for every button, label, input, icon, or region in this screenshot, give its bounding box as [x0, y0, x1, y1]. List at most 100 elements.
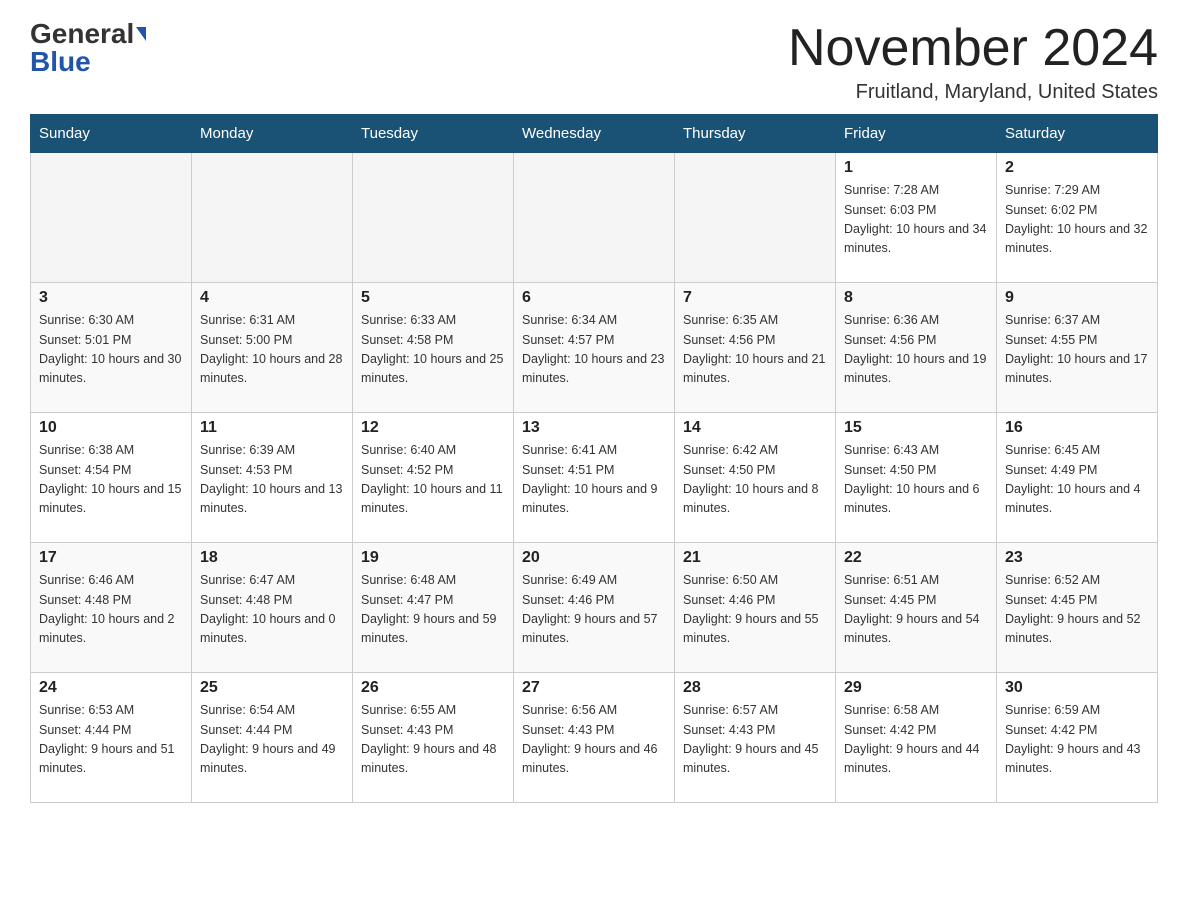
day-info: Sunrise: 6:35 AMSunset: 4:56 PMDaylight:…: [683, 311, 827, 389]
day-info: Sunrise: 6:55 AMSunset: 4:43 PMDaylight:…: [361, 701, 505, 779]
calendar-cell: 13Sunrise: 6:41 AMSunset: 4:51 PMDayligh…: [514, 413, 675, 543]
day-number: 6: [522, 289, 666, 307]
day-info: Sunrise: 6:30 AMSunset: 5:01 PMDaylight:…: [39, 311, 183, 389]
day-number: 23: [1005, 549, 1149, 567]
day-info: Sunrise: 6:43 AMSunset: 4:50 PMDaylight:…: [844, 441, 988, 519]
day-info: Sunrise: 6:40 AMSunset: 4:52 PMDaylight:…: [361, 441, 505, 519]
day-number: 25: [200, 679, 344, 697]
day-info: Sunrise: 6:48 AMSunset: 4:47 PMDaylight:…: [361, 571, 505, 649]
day-number: 27: [522, 679, 666, 697]
logo-general-text: General: [30, 20, 134, 48]
calendar-cell: [353, 153, 514, 283]
calendar-cell: 24Sunrise: 6:53 AMSunset: 4:44 PMDayligh…: [31, 673, 192, 803]
day-number: 15: [844, 419, 988, 437]
day-info: Sunrise: 6:51 AMSunset: 4:45 PMDaylight:…: [844, 571, 988, 649]
day-number: 9: [1005, 289, 1149, 307]
day-info: Sunrise: 6:58 AMSunset: 4:42 PMDaylight:…: [844, 701, 988, 779]
calendar-header-friday: Friday: [836, 115, 997, 153]
day-info: Sunrise: 6:47 AMSunset: 4:48 PMDaylight:…: [200, 571, 344, 649]
calendar-week-row: 17 Sunrise: 6:46 AMSunset: 4:48 PMDayligh…: [31, 543, 1158, 673]
day-info: Sunrise: 7:29 AMSunset: 6:02 PMDaylight:…: [1005, 181, 1149, 259]
day-info: Sunrise: 6:50 AMSunset: 4:46 PMDaylight:…: [683, 571, 827, 649]
day-number: 16: [1005, 419, 1149, 437]
day-number: 29: [844, 679, 988, 697]
calendar-week-row: 10Sunrise: 6:38 AMSunset: 4:54 PMDayligh…: [31, 413, 1158, 543]
day-info: Sunrise: 6:31 AMSunset: 5:00 PMDaylight:…: [200, 311, 344, 389]
calendar-cell: 19Sunrise: 6:48 AMSunset: 4:47 PMDayligh…: [353, 543, 514, 673]
location-text: Fruitland, Maryland, United States: [788, 81, 1158, 104]
page-header: General Blue November 2024 Fruitland, Ma…: [30, 20, 1158, 104]
calendar-cell: [514, 153, 675, 283]
calendar-cell: [192, 153, 353, 283]
title-section: November 2024 Fruitland, Maryland, Unite…: [788, 20, 1158, 104]
calendar-cell: 26 Sunrise: 6:55 AMSunset: 4:43 PMDayligh…: [353, 673, 514, 803]
calendar-cell: 17 Sunrise: 6:46 AMSunset: 4:48 PMDayligh…: [31, 543, 192, 673]
day-number: 4: [200, 289, 344, 307]
day-info: Sunrise: 6:59 AMSunset: 4:42 PMDaylight:…: [1005, 701, 1149, 779]
day-number: 26: [361, 679, 505, 697]
day-number: 18: [200, 549, 344, 567]
calendar-cell: 1Sunrise: 7:28 AMSunset: 6:03 PMDaylight…: [836, 153, 997, 283]
day-number: 8: [844, 289, 988, 307]
day-info: Sunrise: 6:54 AMSunset: 4:44 PMDaylight:…: [200, 701, 344, 779]
calendar-cell: 8Sunrise: 6:36 AMSunset: 4:56 PMDaylight…: [836, 283, 997, 413]
day-info: Sunrise: 6:49 AMSunset: 4:46 PMDaylight:…: [522, 571, 666, 649]
calendar-cell: 15 Sunrise: 6:43 AMSunset: 4:50 PMDayligh…: [836, 413, 997, 543]
calendar-cell: 29 Sunrise: 6:58 AMSunset: 4:42 PMDayligh…: [836, 673, 997, 803]
day-number: 2: [1005, 159, 1149, 177]
calendar-cell: 22 Sunrise: 6:51 AMSunset: 4:45 PMDayligh…: [836, 543, 997, 673]
day-number: 28: [683, 679, 827, 697]
calendar-cell: 16 Sunrise: 6:45 AMSunset: 4:49 PMDayligh…: [997, 413, 1158, 543]
day-info: Sunrise: 6:33 AMSunset: 4:58 PMDaylight:…: [361, 311, 505, 389]
calendar-week-row: 24Sunrise: 6:53 AMSunset: 4:44 PMDayligh…: [31, 673, 1158, 803]
calendar-cell: [31, 153, 192, 283]
calendar-cell: 7 Sunrise: 6:35 AMSunset: 4:56 PMDaylight…: [675, 283, 836, 413]
day-number: 20: [522, 549, 666, 567]
calendar-cell: 12 Sunrise: 6:40 AMSunset: 4:52 PMDayligh…: [353, 413, 514, 543]
day-info: Sunrise: 6:37 AMSunset: 4:55 PMDaylight:…: [1005, 311, 1149, 389]
logo-triangle-icon: [136, 27, 146, 41]
calendar-cell: 5 Sunrise: 6:33 AMSunset: 4:58 PMDaylight…: [353, 283, 514, 413]
calendar-cell: 21 Sunrise: 6:50 AMSunset: 4:46 PMDayligh…: [675, 543, 836, 673]
day-info: Sunrise: 6:57 AMSunset: 4:43 PMDaylight:…: [683, 701, 827, 779]
calendar-cell: 9 Sunrise: 6:37 AMSunset: 4:55 PMDaylight…: [997, 283, 1158, 413]
day-info: Sunrise: 6:45 AMSunset: 4:49 PMDaylight:…: [1005, 441, 1149, 519]
day-number: 12: [361, 419, 505, 437]
day-info: Sunrise: 6:41 AMSunset: 4:51 PMDaylight:…: [522, 441, 666, 519]
calendar-cell: 28 Sunrise: 6:57 AMSunset: 4:43 PMDayligh…: [675, 673, 836, 803]
calendar-cell: 27Sunrise: 6:56 AMSunset: 4:43 PMDayligh…: [514, 673, 675, 803]
day-number: 1: [844, 159, 988, 177]
day-number: 10: [39, 419, 183, 437]
day-info: Sunrise: 6:46 AMSunset: 4:48 PMDaylight:…: [39, 571, 183, 649]
calendar-cell: 11 Sunrise: 6:39 AMSunset: 4:53 PMDayligh…: [192, 413, 353, 543]
day-number: 11: [200, 419, 344, 437]
calendar-week-row: 1Sunrise: 7:28 AMSunset: 6:03 PMDaylight…: [31, 153, 1158, 283]
calendar-header-monday: Monday: [192, 115, 353, 153]
calendar-cell: 30 Sunrise: 6:59 AMSunset: 4:42 PMDayligh…: [997, 673, 1158, 803]
calendar-cell: 3Sunrise: 6:30 AMSunset: 5:01 PMDaylight…: [31, 283, 192, 413]
day-number: 22: [844, 549, 988, 567]
calendar-header-sunday: Sunday: [31, 115, 192, 153]
calendar-cell: 23 Sunrise: 6:52 AMSunset: 4:45 PMDayligh…: [997, 543, 1158, 673]
day-number: 7: [683, 289, 827, 307]
day-number: 17: [39, 549, 183, 567]
calendar-header-saturday: Saturday: [997, 115, 1158, 153]
day-number: 21: [683, 549, 827, 567]
calendar-cell: 10Sunrise: 6:38 AMSunset: 4:54 PMDayligh…: [31, 413, 192, 543]
day-info: Sunrise: 6:39 AMSunset: 4:53 PMDaylight:…: [200, 441, 344, 519]
day-info: Sunrise: 6:42 AMSunset: 4:50 PMDaylight:…: [683, 441, 827, 519]
calendar-cell: 4 Sunrise: 6:31 AMSunset: 5:00 PMDaylight…: [192, 283, 353, 413]
month-title: November 2024: [788, 20, 1158, 77]
calendar-cell: [675, 153, 836, 283]
calendar-header-wednesday: Wednesday: [514, 115, 675, 153]
logo-blue-text: Blue: [30, 48, 91, 76]
calendar-cell: 25 Sunrise: 6:54 AMSunset: 4:44 PMDayligh…: [192, 673, 353, 803]
calendar-cell: 20 Sunrise: 6:49 AMSunset: 4:46 PMDayligh…: [514, 543, 675, 673]
day-info: Sunrise: 6:52 AMSunset: 4:45 PMDaylight:…: [1005, 571, 1149, 649]
calendar-cell: 2 Sunrise: 7:29 AMSunset: 6:02 PMDaylight…: [997, 153, 1158, 283]
day-number: 30: [1005, 679, 1149, 697]
day-number: 14: [683, 419, 827, 437]
day-info: Sunrise: 6:53 AMSunset: 4:44 PMDaylight:…: [39, 701, 183, 779]
day-number: 5: [361, 289, 505, 307]
calendar-cell: 14 Sunrise: 6:42 AMSunset: 4:50 PMDayligh…: [675, 413, 836, 543]
